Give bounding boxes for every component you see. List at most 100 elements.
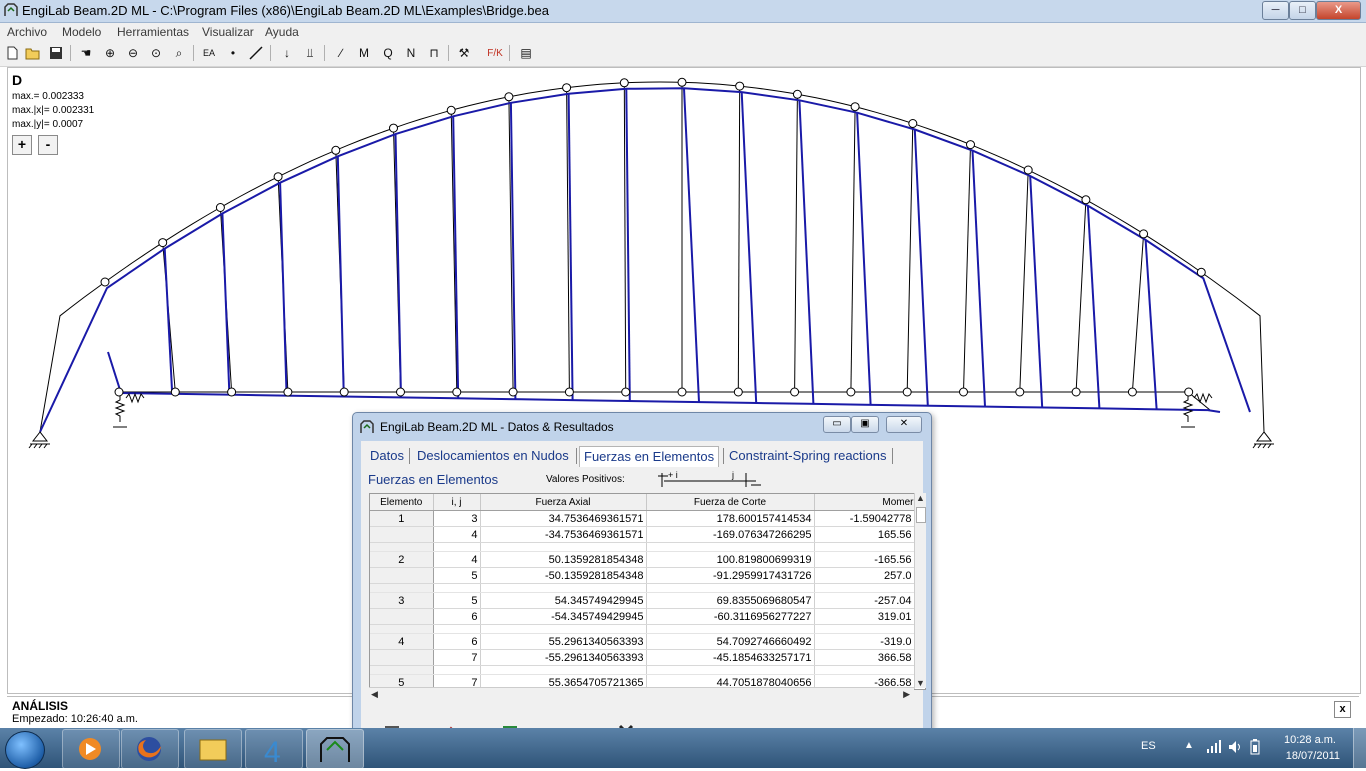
col-shear[interactable]: Fuerza de Corte: [646, 494, 815, 511]
cell-elemento[interactable]: 2: [370, 551, 434, 568]
node-marker[interactable]: [227, 387, 237, 397]
node-marker[interactable]: [1023, 165, 1033, 175]
cell-shear[interactable]: -60.3116956277227: [646, 608, 815, 625]
cell-axial[interactable]: 50.1359281854348: [480, 551, 647, 568]
node-marker[interactable]: [1196, 267, 1206, 277]
node-marker[interactable]: [273, 172, 283, 182]
node-marker[interactable]: [677, 77, 687, 87]
col-nodes[interactable]: i, j: [433, 494, 481, 511]
node-marker[interactable]: [1127, 387, 1137, 397]
cell-shear[interactable]: -169.076347266295: [646, 526, 815, 543]
cell-moment[interactable]: 319.01: [814, 608, 915, 625]
cell-elemento[interactable]: [370, 567, 434, 584]
element-forces-grid[interactable]: Elemento i, j Fuerza Axial Fuerza de Cor…: [369, 493, 926, 690]
node-marker[interactable]: [564, 387, 574, 397]
grid-horizontal-scrollbar[interactable]: ◀ ▶: [369, 687, 914, 702]
tab-fuerzas-elementos[interactable]: Fuerzas en Elementos: [579, 446, 720, 467]
cell-axial[interactable]: 54.345749429945: [480, 592, 647, 609]
node-marker[interactable]: [850, 102, 860, 112]
engilab-icon[interactable]: [306, 729, 364, 769]
cell-moment[interactable]: -1.59042778: [814, 510, 915, 527]
cell-moment[interactable]: 366.58: [814, 649, 915, 666]
cell-node[interactable]: 7: [433, 649, 481, 666]
cell-shear[interactable]: 69.8355069680547: [646, 592, 815, 609]
cell-shear[interactable]: 54.7092746660492: [646, 633, 815, 650]
tab-desplazamientos[interactable]: Deslocamientos en Nudos: [417, 446, 569, 466]
node-marker[interactable]: [1139, 229, 1149, 239]
node-marker[interactable]: [1071, 387, 1081, 397]
cell-node[interactable]: 6: [433, 633, 481, 650]
cell-elemento[interactable]: 1: [370, 510, 434, 527]
cell-node[interactable]: 5: [433, 567, 481, 584]
node-marker[interactable]: [1081, 195, 1091, 205]
node-marker[interactable]: [508, 387, 518, 397]
app-4-icon[interactable]: 4: [245, 729, 303, 769]
node-marker[interactable]: [215, 203, 225, 212]
dialog-close-button[interactable]: ✕: [886, 416, 922, 433]
cell-moment[interactable]: -165.56: [814, 551, 915, 568]
node-marker[interactable]: [283, 387, 293, 397]
node-marker[interactable]: [562, 83, 572, 93]
cell-axial[interactable]: 55.2961340563393: [480, 633, 647, 650]
node-marker[interactable]: [902, 387, 912, 397]
dialog-maximize-button[interactable]: ▣: [851, 416, 879, 433]
cell-axial[interactable]: -34.7536469361571: [480, 526, 647, 543]
cell-elemento[interactable]: [370, 526, 434, 543]
cell-axial[interactable]: -54.345749429945: [480, 608, 647, 625]
node-marker[interactable]: [504, 92, 514, 102]
node-marker[interactable]: [619, 78, 629, 88]
node-marker[interactable]: [959, 387, 968, 397]
cell-shear[interactable]: -45.1854633257171: [646, 649, 815, 666]
clock-time[interactable]: 10:28 a.m.: [1284, 734, 1336, 746]
cell-shear[interactable]: -91.2959917431726: [646, 567, 815, 584]
col-axial[interactable]: Fuerza Axial: [480, 494, 647, 511]
node-marker[interactable]: [446, 105, 456, 115]
node-marker[interactable]: [339, 387, 349, 397]
node-marker[interactable]: [100, 277, 110, 287]
node-marker[interactable]: [621, 387, 631, 397]
node-marker[interactable]: [846, 387, 856, 397]
node-marker[interactable]: [677, 387, 687, 397]
explorer-icon[interactable]: [184, 729, 242, 769]
clock-date[interactable]: 18/07/2011: [1286, 750, 1340, 762]
analysis-close-button[interactable]: x: [1334, 701, 1351, 718]
cell-node[interactable]: 5: [433, 592, 481, 609]
cell-moment[interactable]: 165.56: [814, 526, 915, 543]
cell-node[interactable]: 6: [433, 608, 481, 625]
cell-node[interactable]: 4: [433, 526, 481, 543]
node-marker[interactable]: [1184, 387, 1194, 397]
node-marker[interactable]: [158, 238, 168, 248]
col-moment[interactable]: Momer: [814, 494, 915, 511]
node-marker[interactable]: [331, 145, 341, 155]
node-marker[interactable]: [966, 140, 975, 150]
cell-axial[interactable]: -55.2961340563393: [480, 649, 647, 666]
cell-elemento[interactable]: [370, 608, 434, 625]
node-marker[interactable]: [733, 387, 743, 397]
cell-node[interactable]: 4: [433, 551, 481, 568]
cell-axial[interactable]: 34.7536469361571: [480, 510, 647, 527]
volume-icon[interactable]: [1228, 740, 1244, 754]
node-marker[interactable]: [114, 387, 124, 397]
show-hidden-icons-icon[interactable]: ▲: [1184, 740, 1194, 751]
cell-shear[interactable]: 100.819800699319: [646, 551, 815, 568]
cell-shear[interactable]: 178.600157414534: [646, 510, 815, 527]
node-marker[interactable]: [1015, 387, 1025, 397]
cell-elemento[interactable]: [370, 649, 434, 666]
node-marker[interactable]: [170, 387, 180, 397]
show-desktop-button[interactable]: [1353, 728, 1366, 768]
node-marker[interactable]: [396, 387, 405, 397]
node-marker[interactable]: [735, 81, 745, 91]
cell-elemento[interactable]: 3: [370, 592, 434, 609]
tab-datos[interactable]: Datos: [370, 446, 404, 466]
network-icon[interactable]: [1206, 740, 1222, 754]
tab-constraint-reactions[interactable]: Constraint-Spring reactions: [729, 446, 887, 466]
firefox-icon[interactable]: [121, 729, 179, 769]
start-button[interactable]: [5, 731, 45, 769]
media-player-icon[interactable]: [62, 729, 120, 769]
dialog-minimize-button[interactable]: ▭: [823, 416, 851, 433]
col-elemento[interactable]: Elemento: [370, 494, 434, 511]
language-indicator[interactable]: ES: [1141, 740, 1156, 752]
node-marker[interactable]: [792, 89, 802, 99]
cell-node[interactable]: 3: [433, 510, 481, 527]
cell-elemento[interactable]: 4: [370, 633, 434, 650]
